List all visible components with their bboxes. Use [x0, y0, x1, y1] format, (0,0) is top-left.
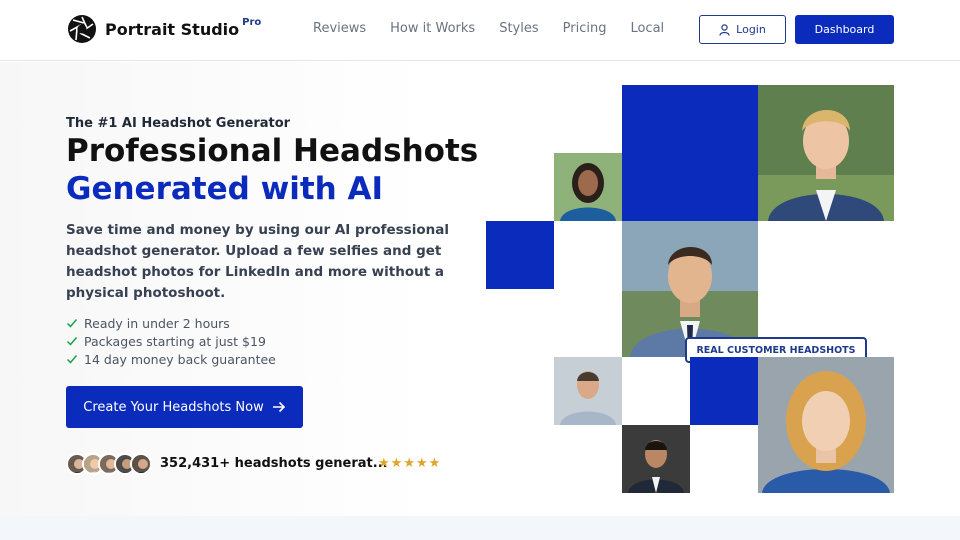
nav-styles[interactable]: Styles [499, 21, 538, 36]
collage-block [622, 85, 758, 221]
checklist-item: Packages starting at just $19 [66, 332, 276, 350]
headshot-photo [758, 357, 894, 493]
avatar [130, 453, 152, 475]
nav-local[interactable]: Local [630, 21, 664, 36]
check-icon [66, 355, 78, 364]
collage-block [690, 357, 758, 425]
headshot-photo [758, 85, 894, 221]
cta-label: Create Your Headshots Now [83, 399, 264, 415]
star-icon: ★ [390, 456, 404, 471]
headshot-photo [622, 425, 690, 493]
checklist-text: 14 day money back guarantee [84, 351, 276, 367]
rating-stars: ★★★★★ [378, 456, 441, 471]
brand-name: Portrait Studio [105, 19, 240, 39]
nav-pricing[interactable]: Pricing [563, 21, 607, 36]
checklist-text: Packages starting at just $19 [84, 333, 266, 349]
check-icon [66, 337, 78, 346]
headshot-photo [554, 357, 622, 425]
headshot-photo [554, 153, 622, 221]
aperture-icon [68, 15, 96, 43]
check-icon [66, 319, 78, 328]
checklist-text: Ready in under 2 hours [84, 315, 230, 331]
login-button[interactable]: Login [699, 15, 786, 44]
hero-eyebrow: The #1 AI Headshot Generator [66, 116, 291, 131]
top-header: Portrait Studio Pro Reviews How it Works… [0, 0, 960, 61]
feature-checklist: Ready in under 2 hours Packages starting… [66, 314, 276, 368]
brand-logo[interactable]: Portrait Studio Pro [67, 14, 261, 44]
customer-avatars [66, 453, 152, 475]
hero-lead: Save time and money by using our AI prof… [66, 222, 449, 301]
arrow-right-icon [272, 401, 285, 413]
next-section-band [0, 516, 960, 540]
hero-title-line1: Professional Headshots [66, 133, 479, 169]
hero-title-line2: Generated with AI [66, 171, 384, 207]
main-nav: Reviews How it Works Styles Pricing Loca… [313, 21, 664, 36]
login-label: Login [736, 23, 766, 36]
nav-reviews[interactable]: Reviews [313, 21, 366, 36]
user-icon [719, 23, 730, 36]
star-icon: ★ [415, 456, 429, 471]
dashboard-button[interactable]: Dashboard [795, 15, 894, 44]
star-icon: ★ [403, 456, 416, 471]
star-icon: ★ [428, 456, 442, 471]
star-icon: ★ [378, 456, 391, 471]
checklist-item: Ready in under 2 hours [66, 314, 276, 332]
nav-how-it-works[interactable]: How it Works [390, 21, 475, 36]
headshot-count: 352,431+ headshots generat... [160, 456, 388, 471]
collage-block [486, 221, 554, 289]
create-headshots-button[interactable]: Create Your Headshots Now [66, 386, 303, 428]
checklist-item: 14 day money back guarantee [66, 350, 276, 368]
brand-badge: Pro [242, 16, 262, 28]
